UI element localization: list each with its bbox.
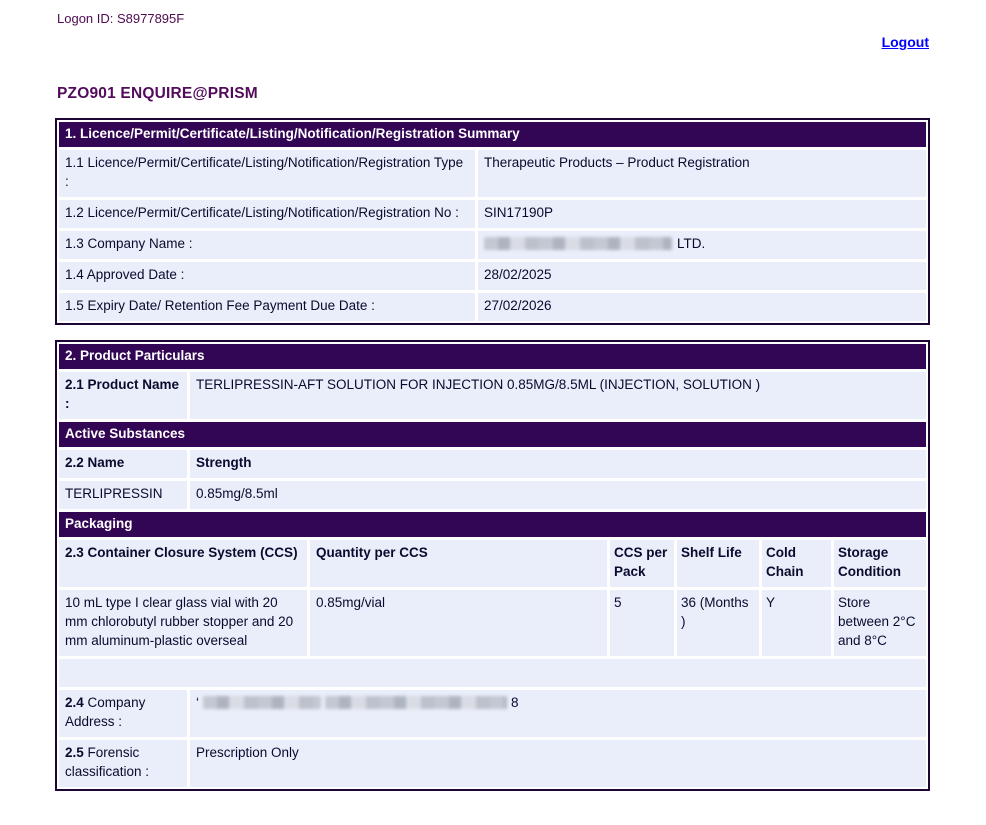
- storage-column-header: Storage Condition: [834, 540, 926, 587]
- ccs-per-pack-column-header: CCS per Pack: [610, 540, 674, 587]
- ccs-value: 10 mL type I clear glass vial with 20 mm…: [59, 590, 307, 656]
- forensic-label-num: 2.5: [65, 745, 84, 760]
- table-row: 2.2 Name Strength: [59, 450, 926, 478]
- redacted-address-segment: [203, 696, 321, 709]
- forensic-classification-label: 2.5 Forensic classification :: [59, 740, 187, 787]
- company-name-value: LTD.: [478, 231, 926, 259]
- packaging-header: Packaging: [59, 512, 926, 537]
- content-area: 1. Licence/Permit/Certificate/Listing/No…: [55, 118, 930, 791]
- product-name-value: TERLIPRESSIN-AFT SOLUTION FOR INJECTION …: [190, 372, 926, 419]
- empty-cell: [59, 659, 926, 687]
- substance-name-header-text: Name: [88, 455, 125, 470]
- forensic-classification-value: Prescription Only: [190, 740, 926, 787]
- licence-summary-header: 1. Licence/Permit/Certificate/Listing/No…: [59, 122, 926, 147]
- table-row: 1.5 Expiry Date/ Retention Fee Payment D…: [59, 293, 926, 321]
- substance-name-column-header: 2.2 Name: [59, 450, 187, 478]
- company-address-label-num: 2.4: [65, 695, 84, 710]
- ccs-per-pack-value: 5: [610, 590, 674, 656]
- table-row: TERLIPRESSIN 0.85mg/8.5ml: [59, 481, 926, 509]
- company-address-label: 2.4 Company Address :: [59, 690, 187, 737]
- expiry-date-value: 27/02/2026: [478, 293, 926, 321]
- active-substances-header: Active Substances: [59, 422, 926, 447]
- table-row: 1.4 Approved Date : 28/02/2025: [59, 262, 926, 290]
- table-row: 1.2 Licence/Permit/Certificate/Listing/N…: [59, 200, 926, 228]
- approved-date-label: 1.4 Approved Date :: [59, 262, 475, 290]
- licence-no-label: 1.2 Licence/Permit/Certificate/Listing/N…: [59, 200, 475, 228]
- page-title: PZO901 ENQUIRE@PRISM: [57, 85, 258, 103]
- table-row: 2.4 Company Address : ‘8: [59, 690, 926, 737]
- company-name-visible-text: LTD.: [677, 236, 705, 251]
- quantity-value: 0.85mg/vial: [310, 590, 607, 656]
- table-row: 1.3 Company Name : LTD.: [59, 231, 926, 259]
- shelf-life-column-header: Shelf Life: [677, 540, 759, 587]
- redacted-address-segment: [325, 696, 507, 709]
- ccs-column-header: 2.3 Container Closure System (CCS): [59, 540, 307, 587]
- cold-chain-column-header: Cold Chain: [762, 540, 831, 587]
- redacted-company-name: [484, 237, 672, 250]
- expiry-date-label: 1.5 Expiry Date/ Retention Fee Payment D…: [59, 293, 475, 321]
- cold-chain-value: Y: [762, 590, 831, 656]
- company-name-label: 1.3 Company Name :: [59, 231, 475, 259]
- table-row: 2.1 Product Name : TERLIPRESSIN-AFT SOLU…: [59, 372, 926, 419]
- product-particulars-header: 2. Product Particulars: [59, 344, 926, 369]
- company-address-visible-text: 8: [511, 695, 519, 710]
- substance-name-value: TERLIPRESSIN: [59, 481, 187, 509]
- quantity-column-header: Quantity per CCS: [310, 540, 607, 587]
- substance-name-header-num: 2.2: [65, 455, 84, 470]
- logon-id-text: Logon ID: S8977895F: [57, 11, 184, 26]
- shelf-life-value: 36 (Months ): [677, 590, 759, 656]
- company-address-prefix: ‘: [196, 695, 199, 710]
- licence-no-value: SIN17190P: [478, 200, 926, 228]
- product-name-label-num: 2.1: [65, 377, 84, 392]
- licence-type-value: Therapeutic Products – Product Registrat…: [478, 150, 926, 197]
- packaging-empty-row: [59, 659, 926, 687]
- enquire-prism-page: Logon ID: S8977895F Logout PZO901 ENQUIR…: [0, 0, 986, 825]
- logout-link[interactable]: Logout: [882, 34, 929, 50]
- licence-summary-table: 1. Licence/Permit/Certificate/Listing/No…: [55, 118, 930, 325]
- table-row: 2.5 Forensic classification : Prescripti…: [59, 740, 926, 787]
- licence-type-label: 1.1 Licence/Permit/Certificate/Listing/N…: [59, 150, 475, 197]
- product-name-label: 2.1 Product Name :: [59, 372, 187, 419]
- product-particulars-table: 2. Product Particulars 2.1 Product Name …: [55, 340, 930, 791]
- strength-column-header: Strength: [190, 450, 926, 478]
- storage-value: Store between 2°C and 8°C: [834, 590, 926, 656]
- packaging-data-row: 10 mL type I clear glass vial with 20 mm…: [59, 590, 926, 656]
- packaging-header-row: 2.3 Container Closure System (CCS) Quant…: [59, 540, 926, 587]
- table-row: 1.1 Licence/Permit/Certificate/Listing/N…: [59, 150, 926, 197]
- company-address-value: ‘8: [190, 690, 926, 737]
- strength-value: 0.85mg/8.5ml: [190, 481, 926, 509]
- approved-date-value: 28/02/2025: [478, 262, 926, 290]
